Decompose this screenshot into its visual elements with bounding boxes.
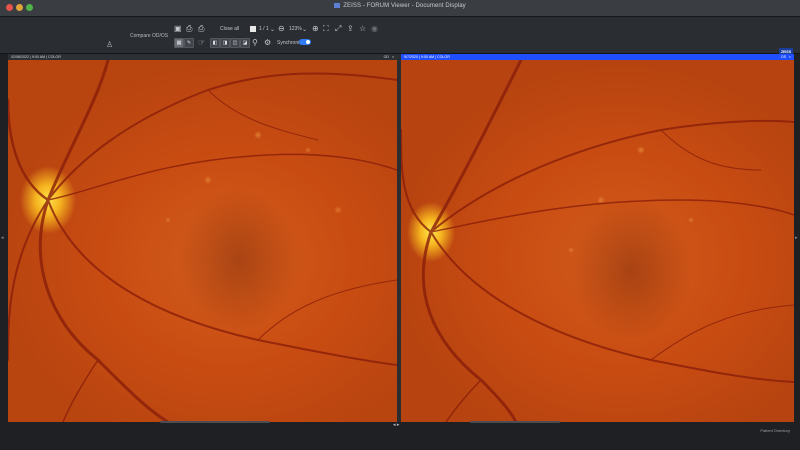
page-count: 1 / 1 [259,26,269,32]
eye-icon[interactable]: ◉ [371,25,378,33]
tool-b-button[interactable]: ◨ [220,38,230,48]
right-scrollbar[interactable] [470,421,560,423]
fit-icon[interactable]: ⛶ [323,25,329,33]
star-icon[interactable]: ☆ [359,25,366,33]
layout-grid-button[interactable]: ▦ [174,38,184,48]
left-scrollbar[interactable] [160,421,270,423]
collapse-arrows-icon[interactable]: ◂ ▸ [393,422,399,428]
patient-directory-link[interactable]: Patient Directory [760,428,790,433]
compare-label: Compare OD/OS [130,33,169,39]
left-fundus-image[interactable] [8,60,397,422]
print-icon[interactable]: ⎙ [198,25,204,33]
synchronize-toggle[interactable] [299,39,311,45]
save-icon[interactable]: ▣ [174,25,182,33]
zoom-in-icon[interactable]: ⊕ [312,25,319,33]
left-image-panel[interactable]: 02/08/2022 | 9:00 AM | COLOR OD × [8,54,397,422]
zoom-level[interactable]: 123% [289,26,302,32]
print-preview-icon[interactable]: ⎙ [186,25,192,33]
settings-icon[interactable]: ⚙ [264,39,271,47]
right-image-panel[interactable]: 9/7/2020 | 9:00 AM | COLOR OS × [401,54,794,422]
page-input[interactable] [250,26,256,32]
edit-tool-button[interactable]: ✎ [184,38,194,48]
fullscreen-icon[interactable]: ⤢ [335,25,341,33]
lock-icon[interactable]: ⚲ [252,39,258,47]
title-bar: ZEISS - FORUM Viewer - Document Display [0,0,800,17]
patient-icon[interactable]: ♙ [106,40,113,49]
right-fundus-image[interactable] [401,60,794,422]
export-icon[interactable]: ⇪ [347,25,354,33]
window-title: ZEISS - FORUM Viewer - Document Display [0,3,800,9]
window-title-text: ZEISS - FORUM Viewer - Document Display [343,3,466,9]
zoom-dropdown-icon[interactable]: ⌄ [302,26,307,34]
right-panel-info: 9/7/2020 | 9:00 AM | COLOR [404,55,450,59]
chevron-down-icon[interactable]: ⌄ [270,26,275,34]
toolbar: ♙ Compare OD/OS ▣ ⎙ ⎙ Close all 1 / 1 ⌄ … [0,17,800,56]
tool-d-button[interactable]: ◪ [240,38,250,48]
tool-a-button[interactable]: ◧ [210,38,220,48]
zoom-out-icon[interactable]: ⊖ [278,25,285,33]
close-all-button[interactable]: Close all [220,26,239,32]
left-edge-arrow-icon[interactable]: ◂ [1,235,4,241]
right-edge-arrow-icon[interactable]: ▸ [795,235,798,241]
pointer-icon[interactable]: ☞ [198,39,205,47]
tool-c-button[interactable]: ◫ [230,38,240,48]
left-panel-info: 02/08/2022 | 9:00 AM | COLOR [11,55,61,59]
left-vessels [8,60,397,422]
app-icon [334,3,341,8]
right-vessels [401,60,794,422]
